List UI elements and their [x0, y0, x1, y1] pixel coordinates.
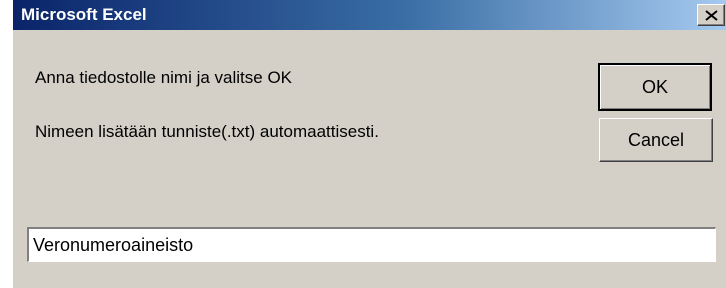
prompt-text-line-2: Nimeen lisätään tunniste(.txt) automaatt… [35, 122, 379, 141]
filename-input[interactable] [27, 227, 716, 262]
close-button[interactable] [697, 4, 725, 26]
window-title: Microsoft Excel [21, 5, 147, 24]
close-icon [705, 10, 718, 21]
cancel-button[interactable]: Cancel [599, 118, 713, 162]
prompt-text-line-1: Anna tiedostolle nimi ja valitse OK [35, 68, 293, 87]
title-bar[interactable]: Microsoft Excel [13, 0, 726, 30]
input-box-dialog: Microsoft Excel Anna tiedostolle nimi ja… [12, 0, 726, 288]
ok-button[interactable]: OK [598, 63, 712, 111]
